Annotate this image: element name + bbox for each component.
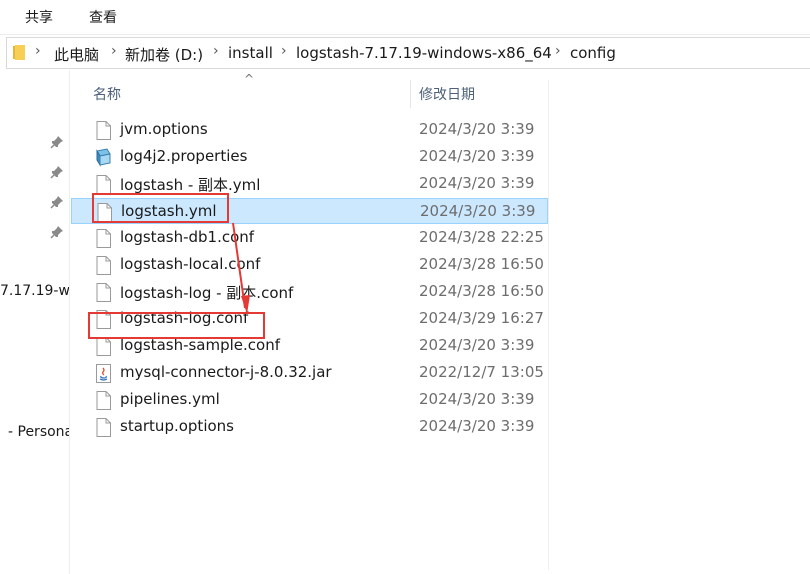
file-row[interactable]: pipelines.yml 2024/3/20 3:39 (71, 387, 548, 413)
folder-icon (13, 45, 25, 60)
file-modified-date: 2024/3/20 3:39 (419, 417, 535, 435)
nav-item-logstash[interactable]: 7.17.19-w (0, 283, 69, 299)
navigation-pane: 7.17.19-w - Persona (0, 70, 70, 574)
nav-item-personal[interactable]: - Persona (8, 424, 69, 440)
pin-icon[interactable] (50, 225, 64, 239)
blank-file-icon (96, 418, 111, 437)
breadcrumb-chevron-icon[interactable]: › (555, 43, 561, 59)
file-list-pane: ^ 名称 修改日期 jvm.options 2024/3/20 3:39 log4j… (71, 70, 810, 574)
ribbon-divider (0, 34, 810, 35)
tab-view[interactable]: 查看 (89, 7, 117, 27)
column-divider (548, 80, 549, 570)
breadcrumb-chevron-icon[interactable]: › (213, 43, 219, 59)
breadcrumb-logstash[interactable]: logstash-7.17.19-windows-x86_64 (296, 44, 552, 62)
address-bar[interactable]: › 此电脑 › 新加卷 (D:) › install › logstash-7.… (6, 37, 810, 69)
ribbon: 共享 查看 (0, 0, 810, 34)
tab-share[interactable]: 共享 (25, 7, 53, 27)
file-row[interactable]: startup.options 2024/3/20 3:39 (71, 414, 548, 440)
breadcrumb-config[interactable]: config (570, 44, 616, 62)
breadcrumb-install[interactable]: install (228, 44, 273, 62)
file-name: startup.options (120, 417, 234, 435)
file-name: pipelines.yml (120, 390, 220, 408)
breadcrumb-chevron-icon[interactable]: › (35, 43, 41, 59)
breadcrumb-chevron-icon[interactable]: › (111, 43, 117, 59)
breadcrumb-chevron-icon[interactable]: › (281, 43, 287, 59)
annotation-arrow-icon (232, 222, 250, 314)
pin-icon[interactable] (50, 165, 64, 179)
file-modified-date: 2024/3/20 3:39 (419, 390, 535, 408)
breadcrumb-drive-d[interactable]: 新加卷 (D:) (125, 44, 203, 65)
blank-file-icon (96, 391, 111, 410)
pin-icon[interactable] (50, 135, 64, 149)
breadcrumb-this-pc[interactable]: 此电脑 (54, 44, 99, 65)
pin-icon[interactable] (50, 195, 64, 209)
